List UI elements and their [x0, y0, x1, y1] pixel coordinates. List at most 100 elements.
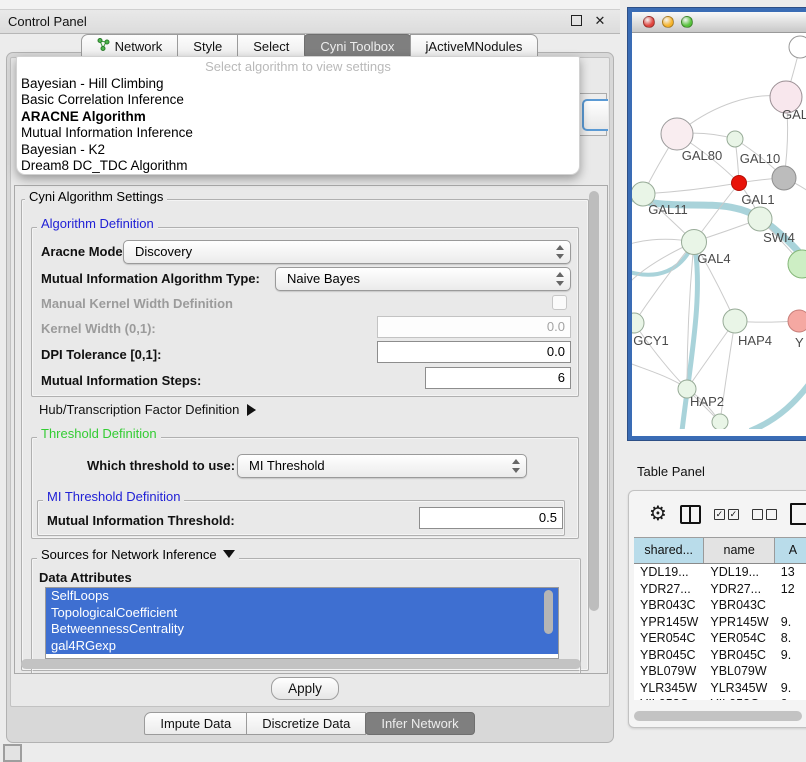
mi-steps-field[interactable]: 6 — [425, 367, 571, 389]
algorithm-option-basic-correlation-inference[interactable]: Basic Correlation Inference — [21, 92, 571, 108]
node-big-green[interactable] — [788, 250, 806, 278]
tab-jactivemnodules[interactable]: jActiveMNodules — [410, 34, 539, 58]
table-row[interactable]: YBR043CYBR043C — [634, 597, 806, 614]
page-icon[interactable] — [790, 503, 806, 525]
column-header-name[interactable]: name — [704, 538, 774, 563]
node-salmon[interactable] — [788, 310, 806, 332]
table-cell: YER054C — [634, 630, 704, 647]
node-top-partial[interactable] — [789, 36, 806, 58]
algorithm-option-bayesian-hill-climbing[interactable]: Bayesian - Hill Climbing — [21, 76, 571, 92]
table-row[interactable]: YBR045CYBR045C9. — [634, 647, 806, 664]
mi-type-select[interactable]: Naive Bayes — [275, 267, 571, 291]
table-cell: 12 — [775, 581, 806, 598]
settings-horizontal-scrollbar[interactable] — [21, 659, 581, 669]
table-cell: YIL052C — [634, 696, 704, 700]
data-attributes-list[interactable]: SelfLoopsTopologicalCoefficientBetweenne… — [45, 587, 559, 659]
table-cell: YDR27... — [704, 581, 774, 598]
manual-kernel-checkbox[interactable] — [552, 295, 567, 310]
network-view-window[interactable]: GALGAL80GAL10GAL1GAL11SWI4GAL4GCY1HAP4YH… — [628, 8, 806, 440]
table-cell: 9. — [775, 680, 806, 697]
attribute-item-selfloops[interactable]: SelfLoops — [46, 588, 558, 605]
tab-style[interactable]: Style — [177, 34, 238, 58]
zoom-traffic-light-icon[interactable] — [681, 16, 693, 28]
tab-cyni-toolbox[interactable]: Cyni Toolbox — [304, 34, 410, 58]
select-all-columns-icon[interactable]: ✓✓ — [714, 509, 739, 520]
edge[interactable] — [632, 361, 720, 422]
mi-type-value: Naive Bayes — [287, 271, 360, 286]
tab-impute-data[interactable]: Impute Data — [144, 712, 247, 735]
column-header-shared-[interactable]: shared... — [634, 538, 704, 563]
table-cell: YLR345W — [704, 680, 774, 697]
mi-steps-label: Mutual Information Steps: — [41, 373, 201, 388]
node-gal1[interactable] — [732, 176, 747, 191]
kernel-width-field[interactable]: 0.0 — [377, 316, 571, 338]
close-traffic-light-icon[interactable] — [643, 16, 655, 28]
node-hap4-label: HAP4 — [738, 333, 772, 348]
settings-group-title: Cyni Algorithm Settings — [25, 189, 167, 204]
tab-network[interactable]: Network — [81, 34, 179, 58]
stepper-arrows-icon — [555, 245, 564, 259]
attribute-item-gal4rgexp[interactable]: gal4RGexp — [46, 638, 558, 655]
node-gcy1[interactable] — [632, 313, 644, 333]
table-cell: 9. — [775, 614, 806, 631]
which-threshold-select[interactable]: MI Threshold — [237, 454, 527, 478]
node-gray[interactable] — [772, 166, 796, 190]
tab-label: Impute Data — [160, 716, 231, 731]
table-panel: ⚙ ✓✓ shared...nameA YDL19...YDL19...13YD… — [628, 490, 806, 728]
tab-select[interactable]: Select — [237, 34, 305, 58]
sources-toggle[interactable]: Sources for Network Inference — [37, 547, 239, 562]
table-cell: YPR145W — [704, 614, 774, 631]
window-grip-icon[interactable] — [3, 744, 22, 762]
algorithm-option-bayesian-k2[interactable]: Bayesian - K2 — [21, 142, 571, 158]
table-row[interactable]: YDR27...YDR27...12 — [634, 581, 806, 598]
table-row[interactable]: YBL079WYBL079W — [634, 663, 806, 680]
gear-icon[interactable]: ⚙ — [649, 504, 667, 524]
node-gal80[interactable] — [661, 118, 693, 150]
attribute-item-betweennesscentrality[interactable]: BetweennessCentrality — [46, 621, 558, 638]
table-row[interactable]: YIL052CYIL052C9 — [634, 696, 806, 700]
table-header-row: shared...nameA — [634, 538, 806, 564]
network-canvas[interactable]: GALGAL80GAL10GAL1GAL11SWI4GAL4GCY1HAP4YH… — [632, 33, 806, 429]
deselect-all-columns-icon[interactable] — [752, 509, 777, 520]
attribute-item-topologicalcoefficient[interactable]: TopologicalCoefficient — [46, 605, 558, 622]
highlighted-edge[interactable] — [750, 383, 806, 429]
node-hap2-label: HAP2 — [690, 394, 724, 409]
edge[interactable] — [634, 242, 694, 323]
table-row[interactable]: YPR145WYPR145W9. — [634, 614, 806, 631]
tab-infer-network[interactable]: Infer Network — [365, 712, 474, 735]
cyni-mode-tabs: Impute Data Discretize DataInfer Network — [0, 712, 620, 735]
node-gal4-label: GAL4 — [697, 251, 730, 266]
table-row[interactable]: YDL19...YDL19...13 — [634, 564, 806, 581]
table-row[interactable]: YLR345WYLR345W9. — [634, 680, 806, 697]
mi-threshold-field[interactable]: 0.5 — [419, 507, 563, 529]
tab-discretize-data[interactable]: Discretize Data — [246, 712, 366, 735]
column-header-a[interactable]: A — [775, 538, 806, 563]
edge[interactable] — [677, 96, 786, 134]
algorithm-option-mutual-information-inference[interactable]: Mutual Information Inference — [21, 125, 571, 141]
split-columns-icon[interactable] — [680, 505, 701, 524]
float-window-icon[interactable] — [568, 13, 584, 29]
close-icon[interactable]: ✕ — [592, 13, 608, 29]
node-bottom[interactable] — [712, 414, 728, 429]
table-horizontal-scrollbar[interactable] — [634, 711, 802, 721]
aracne-mode-select[interactable]: Discovery — [123, 240, 571, 264]
algorithm-option-aracne-algorithm[interactable]: ARACNE Algorithm — [21, 109, 571, 125]
attributes-list-scrollbar[interactable] — [544, 590, 553, 634]
node-hap4[interactable] — [723, 309, 747, 333]
network-window-titlebar[interactable] — [632, 12, 806, 33]
algorithm-option-dream8-dc-tdc-algorithm[interactable]: Dream8 DC_TDC Algorithm — [21, 158, 571, 174]
algorithm-combo-arrow[interactable] — [578, 93, 607, 136]
hub-definition-toggle[interactable]: Hub/Transcription Factor Definition — [39, 402, 256, 417]
dpi-tolerance-field[interactable]: 0.0 — [377, 341, 571, 363]
network-icon — [97, 37, 110, 55]
table-cell: YBR045C — [704, 647, 774, 664]
node-gal10[interactable] — [727, 131, 743, 147]
edge[interactable] — [643, 183, 739, 194]
apply-button[interactable]: Apply — [271, 677, 339, 700]
tab-label: Network — [115, 39, 163, 54]
control-panel-tabs: Network StyleSelectCyni ToolboxjActiveMNo… — [0, 34, 620, 58]
settings-vertical-scrollbar[interactable] — [589, 191, 599, 611]
minimize-traffic-light-icon[interactable] — [662, 16, 674, 28]
node-swi4[interactable] — [748, 207, 772, 231]
table-row[interactable]: YER054CYER054C8. — [634, 630, 806, 647]
